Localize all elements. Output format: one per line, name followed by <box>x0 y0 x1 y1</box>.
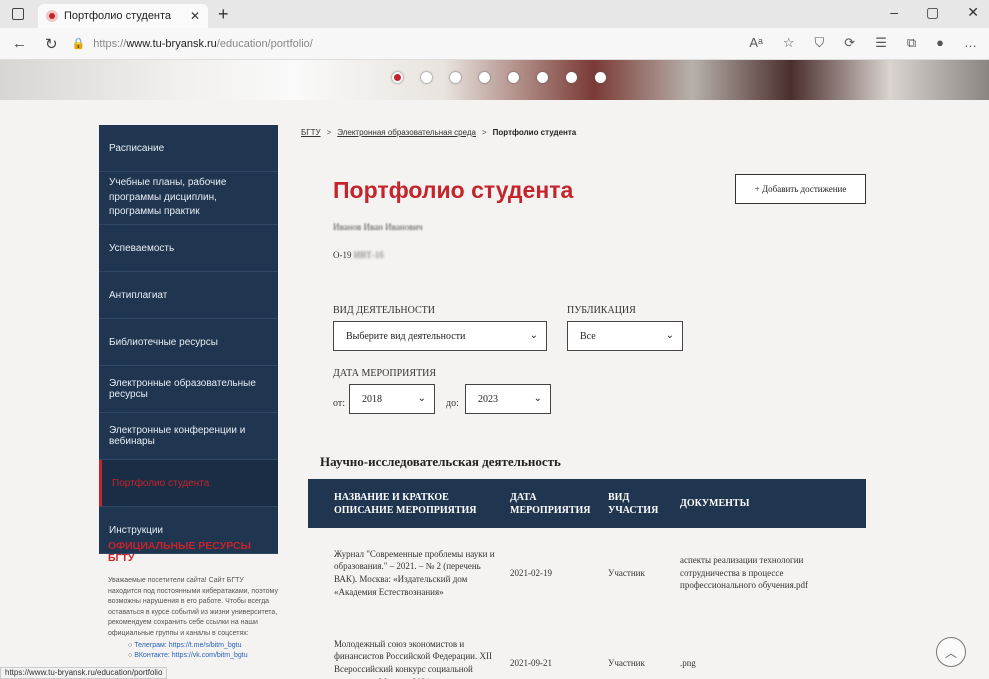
event-date-label: ДАТА МЕРОПРИЯТИЯ <box>333 368 437 379</box>
collections-icon[interactable]: ⧉ <box>907 35 916 51</box>
date-to-value: 2023 <box>478 393 498 405</box>
url-host: www.tu-bryansk.ru <box>126 37 217 50</box>
page-title: Портфолио студента <box>333 177 574 203</box>
favorites-icon[interactable]: ☰ <box>875 35 887 51</box>
refresh-icon[interactable]: ↻ <box>45 35 58 53</box>
student-name: Иванов Иван Иванович <box>333 222 423 232</box>
sidebar-item-conferences[interactable]: Электронные конференции и вебинары <box>99 413 278 460</box>
url-prefix: https:// <box>93 37 127 50</box>
student-group: О-19 ИВТ-1б <box>333 250 384 260</box>
breadcrumb-separator: > <box>481 128 487 137</box>
table-header: НАЗВАНИЕ И КРАТКОЕ ОПИСАНИЕ МЕРОПРИЯТИЯ … <box>308 479 866 528</box>
date-to-select[interactable]: 2023 ⌄ <box>465 384 551 414</box>
sidebar-menu: Расписание Учебные планы, рабочие програ… <box>99 125 278 554</box>
browser-tab[interactable]: Портфолио студента ✕ <box>38 4 208 28</box>
slider-dot[interactable] <box>508 72 519 83</box>
tab-actions-icon[interactable] <box>12 8 24 20</box>
back-icon[interactable]: ← <box>12 35 27 53</box>
slider-dot[interactable] <box>537 72 548 83</box>
tab-title: Портфолио студента <box>64 10 172 22</box>
chevron-down-icon: ⌄ <box>417 393 426 404</box>
chevron-down-icon: ⌄ <box>665 330 674 341</box>
browser-tab-bar: Портфолио студента ✕ + – ▢ ✕ <box>0 0 989 28</box>
breadcrumb-current: Портфолио студента <box>492 128 577 137</box>
extensions-icon[interactable]: ⟳ <box>844 35 855 51</box>
favorite-star-icon[interactable]: ☆ <box>783 35 795 51</box>
maximize-icon[interactable]: ▢ <box>926 4 939 21</box>
activity-type-label: ВИД ДЕЯТЕЛЬНОСТИ <box>333 305 435 316</box>
breadcrumb-separator: > <box>326 128 332 137</box>
slider-dot[interactable] <box>479 72 490 83</box>
vk-link[interactable]: ВКонтакте: https://vk.com/bitm_bgtu <box>128 651 278 661</box>
resources-text: Уважаемые посетители сайта! Сайт БГТУ на… <box>108 577 278 637</box>
slider-dot[interactable] <box>421 72 432 83</box>
portfolio-table: НАЗВАНИЕ И КРАТКОЕ ОПИСАНИЕ МЕРОПРИЯТИЯ … <box>308 479 866 679</box>
activity-type-value: Выберите вид деятельности <box>346 330 466 342</box>
chevron-down-icon: ⌄ <box>533 393 542 404</box>
shield-icon[interactable]: ⛉ <box>815 35 825 51</box>
sidebar-item-antiplagiat[interactable]: Антиплагиат <box>99 272 278 319</box>
publication-label: ПУБЛИКАЦИЯ <box>567 305 636 316</box>
breadcrumb-home[interactable]: БГТУ <box>301 128 321 137</box>
slider-dot[interactable] <box>392 72 403 83</box>
url-path: /education/portfolio/ <box>216 37 313 50</box>
slider-dots <box>392 72 606 83</box>
header-banner <box>0 60 989 100</box>
minimize-icon[interactable]: – <box>890 4 898 21</box>
date-from-label: от: <box>333 398 346 409</box>
breadcrumb: БГТУ > Электронная образовательная среда… <box>301 128 576 137</box>
group-rest: ИВТ-1б <box>353 250 384 260</box>
sidebar-item-curricula[interactable]: Учебные планы, рабочие программы дисципл… <box>99 172 278 225</box>
new-tab-icon[interactable]: + <box>218 4 229 25</box>
section-title: Научно-исследовательская деятельность <box>320 454 561 469</box>
sidebar-item-portfolio[interactable]: Портфолио студента <box>99 460 278 507</box>
sidebar-item-schedule[interactable]: Расписание <box>99 125 278 172</box>
activity-type-select[interactable]: Выберите вид деятельности ⌄ <box>333 321 547 351</box>
cell-role: Участник <box>608 657 645 668</box>
sidebar-item-library[interactable]: Библиотечные ресурсы <box>99 319 278 366</box>
date-from-value: 2018 <box>362 393 382 405</box>
more-icon[interactable]: … <box>964 35 977 51</box>
slider-dot[interactable] <box>566 72 577 83</box>
telegram-link[interactable]: Телеграм: https://t.me/s/bitm_bgtu <box>128 641 278 651</box>
official-resources: ОФИЦИАЛЬНЫЕ РЕСУРСЫ БГТУ Уважаемые посет… <box>108 540 278 661</box>
add-achievement-button[interactable]: + Добавить достижение <box>735 174 866 204</box>
site-favicon-icon <box>46 10 58 22</box>
sidebar-item-grades[interactable]: Успеваемость <box>99 225 278 272</box>
column-header-documents: ДОКУМЕНТЫ <box>680 498 750 509</box>
chevron-down-icon: ⌄ <box>529 330 538 341</box>
publication-value: Все <box>580 330 596 342</box>
scroll-top-icon[interactable]: ︿ <box>936 637 966 667</box>
cell-date: 2021-02-19 <box>510 567 552 578</box>
slider-dot[interactable] <box>450 72 461 83</box>
slider-dot[interactable] <box>595 72 606 83</box>
table-row: Молодежный союз экономистов и финансисто… <box>308 618 866 679</box>
cell-date: 2021-09-21 <box>510 657 552 668</box>
resources-title: ОФИЦИАЛЬНЫЕ РЕСУРСЫ БГТУ <box>108 540 251 564</box>
group-prefix: О-19 <box>333 250 352 260</box>
address-bar-row: ← ↻ 🔒 https://www.tu-bryansk.ru/educatio… <box>0 28 989 60</box>
lock-icon: 🔒 <box>71 38 86 50</box>
status-url: https://www.tu-bryansk.ru/education/port… <box>0 667 168 679</box>
profile-icon[interactable]: ● <box>936 35 944 51</box>
address-field[interactable]: 🔒 https://www.tu-bryansk.ru/education/po… <box>71 37 313 51</box>
column-header-role: ВИД УЧАСТИЯ <box>608 491 659 516</box>
publication-select[interactable]: Все ⌄ <box>567 321 683 351</box>
cell-role: Участник <box>608 567 645 578</box>
breadcrumb-section[interactable]: Электронная образовательная среда <box>337 128 476 137</box>
close-window-icon[interactable]: ✕ <box>967 4 979 21</box>
document-link[interactable]: .png <box>674 657 834 670</box>
resources-links: Телеграм: https://t.me/s/bitm_bgtu ВКонт… <box>108 641 278 661</box>
date-to-label: до: <box>446 398 459 409</box>
date-from-select[interactable]: 2018 ⌄ <box>349 384 435 414</box>
column-header-name: НАЗВАНИЕ И КРАТКОЕ ОПИСАНИЕ МЕРОПРИЯТИЯ <box>334 491 477 516</box>
cell-name: Молодежный союз экономистов и финансисто… <box>334 638 492 679</box>
column-header-date: ДАТА МЕРОПРИЯТИЯ <box>510 491 591 516</box>
close-tab-icon[interactable]: ✕ <box>190 9 200 23</box>
sidebar-item-e-resources[interactable]: Электронные образовательные ресурсы <box>99 366 278 413</box>
table-row: Журнал "Современные проблемы науки и обр… <box>308 528 866 618</box>
cell-name: Журнал "Современные проблемы науки и обр… <box>334 548 495 597</box>
document-link[interactable]: аспекты реализации технологии сотрудниче… <box>674 554 834 592</box>
read-aloud-icon[interactable]: Aᵃ <box>749 35 763 51</box>
